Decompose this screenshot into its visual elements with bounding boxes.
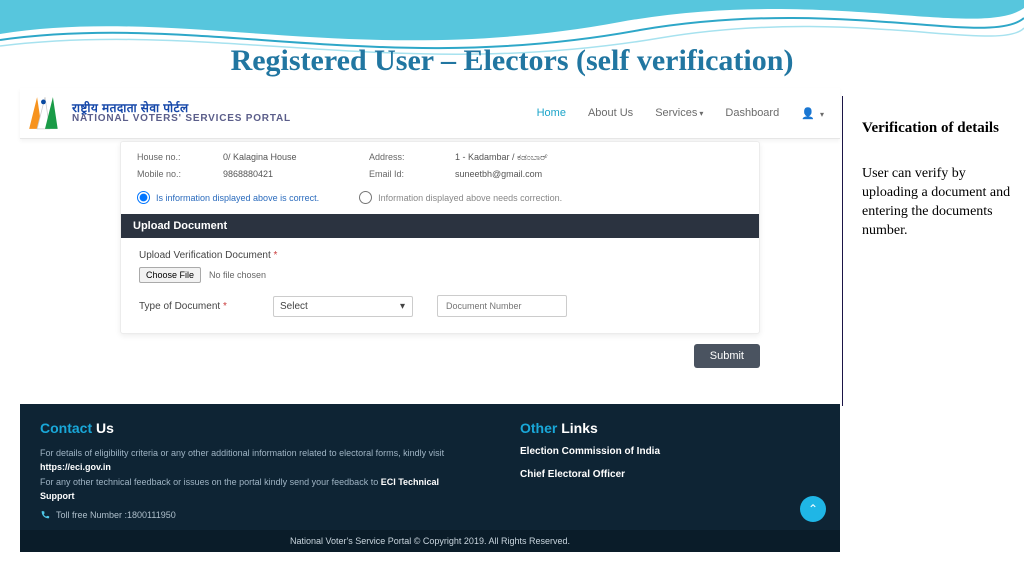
address-label: Address: xyxy=(369,152,439,163)
radio-needs-correction[interactable]: Information displayed above needs correc… xyxy=(359,191,562,204)
email-value: suneetbh@gmail.com xyxy=(455,169,585,179)
footer: Contact Us For details of eligibility cr… xyxy=(20,404,840,552)
phone-icon xyxy=(40,510,50,520)
nav-services[interactable]: Services▾ xyxy=(655,107,703,119)
nav-user-menu[interactable]: 👤 ▾ xyxy=(801,107,824,120)
footer-line1: For details of eligibility criteria or a… xyxy=(40,446,460,475)
footer-line2: For any other technical feedback or issu… xyxy=(40,475,460,504)
verification-card: House no.: 0/ Kalagina House Address: 1 … xyxy=(120,141,760,334)
side-heading: Verification of details xyxy=(862,120,1012,137)
brand: राष्ट्रीय मतदाता सेवा पोर्टल NATIONAL VO… xyxy=(26,94,291,132)
doc-type-select[interactable]: Select xyxy=(273,296,413,317)
upload-header: Upload Document xyxy=(121,214,759,238)
vertical-divider xyxy=(842,96,843,406)
navbar: राष्ट्रीय मतदाता सेवा पोर्टल NATIONAL VO… xyxy=(20,88,840,139)
footer-toll: Toll free Number :1800111950 xyxy=(40,510,460,520)
house-no-value: 0/ Kalagina House xyxy=(223,152,353,163)
footer-copyright: National Voter's Service Portal © Copyri… xyxy=(20,530,840,552)
mobile-value: 9868880421 xyxy=(223,169,353,179)
nav-about[interactable]: About Us xyxy=(588,107,633,119)
nav-dashboard[interactable]: Dashboard xyxy=(725,107,779,119)
footer-toll-text: Toll free Number :1800111950 xyxy=(56,510,176,520)
nvsp-logo-icon xyxy=(26,94,64,132)
mobile-label: Mobile no.: xyxy=(137,169,207,179)
slide-title: Registered User – Electors (self verific… xyxy=(0,44,1024,78)
radio-correct-input[interactable] xyxy=(137,191,150,204)
verification-radio-group: Is information displayed above is correc… xyxy=(121,187,759,214)
details-grid: House no.: 0/ Kalagina House Address: 1 … xyxy=(121,142,759,187)
file-status: No file chosen xyxy=(209,270,266,280)
app-window: राष्ट्रीय मतदाता सेवा पोर्टल NATIONAL VO… xyxy=(20,88,840,558)
footer-contact-heading: Contact Us xyxy=(40,420,460,436)
side-explainer: Verification of details User can verify … xyxy=(862,120,1012,241)
footer-other-heading: Other Links xyxy=(520,420,820,436)
radio-needs-label: Information displayed above needs correc… xyxy=(378,193,562,203)
footer-link-eci[interactable]: Election Commission of India xyxy=(520,446,820,457)
address-value: 1 - Kadambar / ಕಡಂಬಾರ್ xyxy=(455,152,585,163)
side-body: User can verify by uploading a document … xyxy=(862,165,1012,241)
radio-correct[interactable]: Is information displayed above is correc… xyxy=(137,191,319,204)
footer-link-ceo[interactable]: Chief Electoral Officer xyxy=(520,469,820,480)
choose-file-button[interactable]: Choose File xyxy=(139,267,201,283)
nav-home[interactable]: Home xyxy=(537,107,566,119)
submit-button[interactable]: Submit xyxy=(694,344,760,368)
email-label: Email Id: xyxy=(369,169,439,179)
radio-needs-input[interactable] xyxy=(359,191,372,204)
user-icon: 👤 xyxy=(801,108,815,120)
nav-links: Home About Us Services▾ Dashboard 👤 ▾ xyxy=(537,107,824,120)
nav-services-label: Services xyxy=(655,107,697,119)
doc-number-input[interactable] xyxy=(437,295,567,317)
chevron-down-icon: ▾ xyxy=(699,109,703,118)
upload-doc-label: Upload Verification Document * xyxy=(139,250,741,261)
scroll-top-button[interactable]: ⌃ xyxy=(800,496,826,522)
brand-english: NATIONAL VOTERS' SERVICES PORTAL xyxy=(72,114,291,124)
radio-correct-label: Is information displayed above is correc… xyxy=(156,193,319,203)
house-no-label: House no.: xyxy=(137,152,207,163)
doc-type-label: Type of Document * xyxy=(139,301,227,312)
chevron-up-icon: ⌃ xyxy=(808,502,818,516)
upload-body: Upload Verification Document * Choose Fi… xyxy=(121,238,759,333)
chevron-down-icon: ▾ xyxy=(820,110,824,119)
